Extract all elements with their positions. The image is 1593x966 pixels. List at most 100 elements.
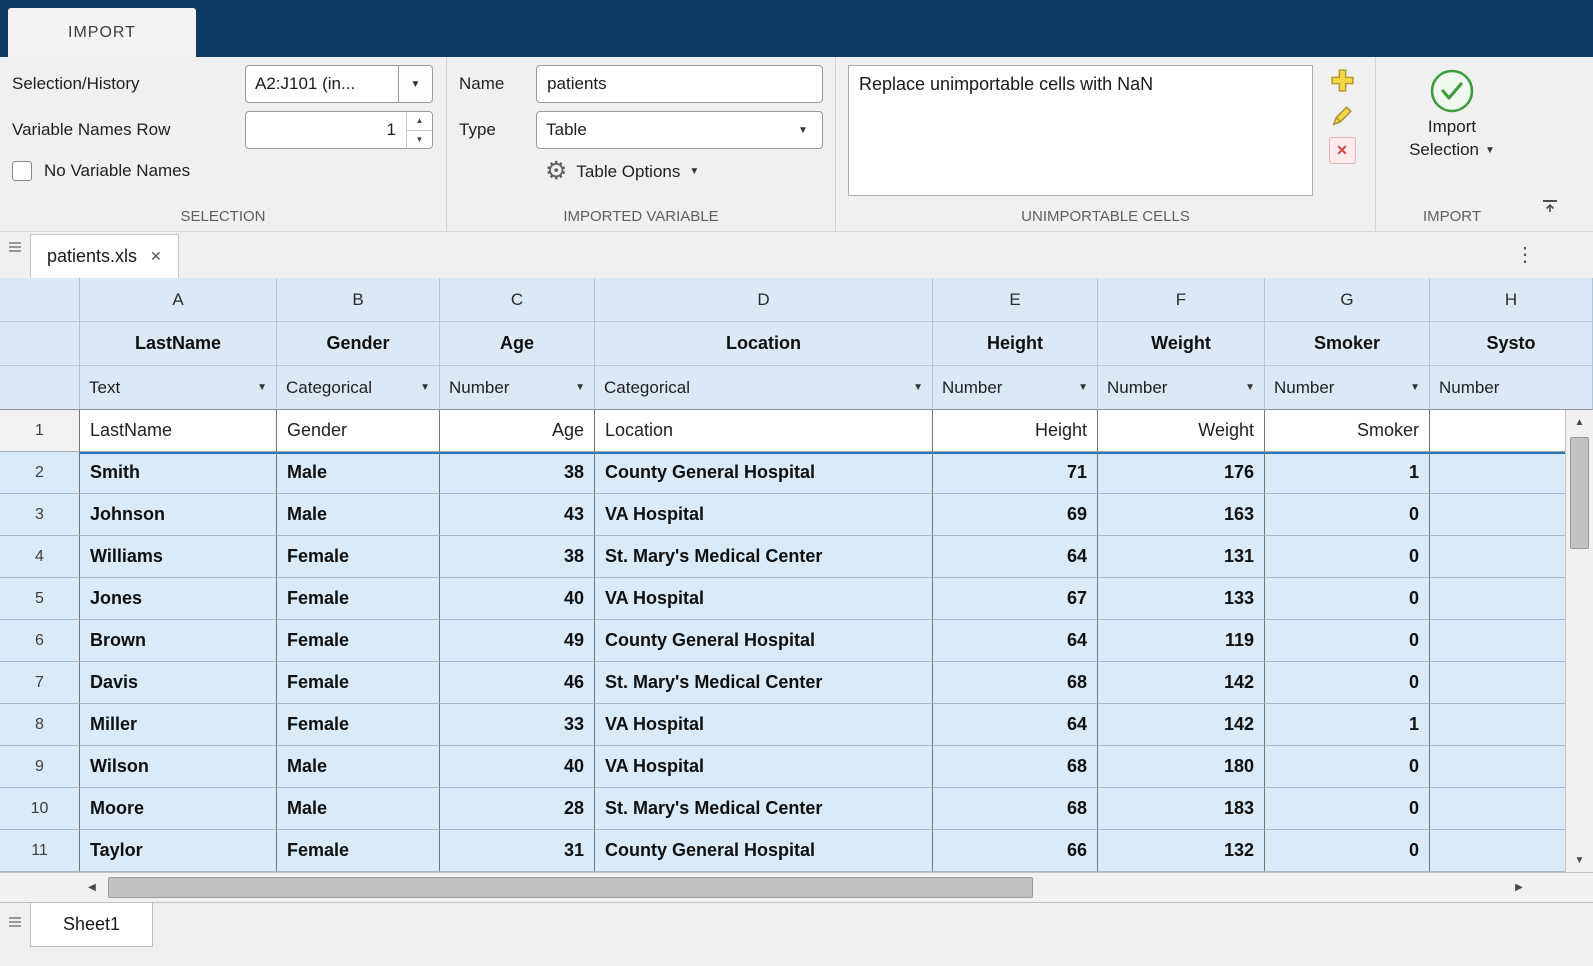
row-number[interactable]: 10 [0, 788, 80, 830]
grid-cell[interactable]: 33 [440, 704, 595, 746]
grid-cell[interactable]: St. Mary's Medical Center [595, 536, 933, 578]
grid-cell[interactable]: Female [277, 662, 440, 704]
grid-cell[interactable]: 68 [933, 662, 1098, 704]
grid-cell[interactable]: County General Hospital [595, 620, 933, 662]
variable-name-B[interactable]: Gender [277, 322, 440, 366]
grid-cell[interactable]: 1 [1265, 704, 1430, 746]
grid-cell[interactable]: 68 [933, 788, 1098, 830]
variable-name-F[interactable]: Weight [1098, 322, 1265, 366]
scroll-down-icon[interactable]: ▼ [1566, 848, 1593, 872]
grid-cell[interactable]: 0 [1265, 830, 1430, 872]
variable-name-H[interactable]: Systo [1430, 322, 1593, 366]
grid-cell[interactable]: 66 [933, 830, 1098, 872]
variable-name-input[interactable]: patients [536, 65, 823, 103]
chevron-down-icon[interactable]: ▼ [575, 382, 585, 393]
type-dropdown-G[interactable]: Number▼ [1265, 366, 1430, 410]
grid-cell[interactable]: 64 [933, 704, 1098, 746]
grid-cell[interactable]: 40 [440, 746, 595, 788]
grid-cell[interactable]: Female [277, 536, 440, 578]
close-icon[interactable]: ✕ [150, 248, 162, 265]
variable-name-A[interactable]: LastName [80, 322, 277, 366]
column-letter-D[interactable]: D [595, 278, 933, 322]
grid-cell[interactable]: Male [277, 788, 440, 830]
grid-cell[interactable]: Moore [80, 788, 277, 830]
type-dropdown-H[interactable]: Number [1430, 366, 1593, 410]
grid-cell[interactable]: St. Mary's Medical Center [595, 788, 933, 830]
grid-cell[interactable]: 38 [440, 452, 595, 494]
scroll-up-icon[interactable]: ▲ [1566, 410, 1593, 434]
row-number[interactable]: 1 [0, 410, 80, 452]
grid-cell[interactable]: 38 [440, 536, 595, 578]
chevron-down-icon[interactable]: ▼ [913, 382, 923, 393]
grid-cell[interactable]: 69 [933, 494, 1098, 536]
grid-cell[interactable]: VA Hospital [595, 746, 933, 788]
spinner-up-icon[interactable]: ▲ [407, 112, 432, 131]
grid-cell[interactable]: Brown [80, 620, 277, 662]
grid-cell[interactable]: 68 [933, 746, 1098, 788]
grid-cell[interactable]: 71 [933, 452, 1098, 494]
variable-name-E[interactable]: Height [933, 322, 1098, 366]
delete-rule-button[interactable]: ✕ [1329, 137, 1356, 164]
grid-cell[interactable]: Jones [80, 578, 277, 620]
grid-cell[interactable]: Male [277, 452, 440, 494]
variable-name-D[interactable]: Location [595, 322, 933, 366]
grid-cell[interactable]: 142 [1098, 704, 1265, 746]
tab-patients-xls[interactable]: patients.xls ✕ [30, 234, 179, 278]
type-dropdown-A[interactable]: Text▼ [80, 366, 277, 410]
scroll-left-icon[interactable]: ◀ [80, 873, 104, 902]
chevron-down-icon[interactable]: ▼ [784, 112, 822, 148]
grid-cell[interactable]: 0 [1265, 788, 1430, 830]
grid-cell[interactable]: Male [277, 494, 440, 536]
row-number[interactable]: 3 [0, 494, 80, 536]
grid-cell[interactable]: Taylor [80, 830, 277, 872]
column-letter-C[interactable]: C [440, 278, 595, 322]
grid-cell[interactable]: 64 [933, 536, 1098, 578]
grid-cell[interactable]: 43 [440, 494, 595, 536]
grid-cell[interactable]: 133 [1098, 578, 1265, 620]
grid-cell[interactable]: 28 [440, 788, 595, 830]
unimportable-rules-box[interactable]: Replace unimportable cells with NaN [848, 65, 1313, 196]
import-selection-button[interactable]: Import Selection ▼ [1376, 65, 1528, 206]
grid-cell[interactable]: Location [595, 410, 933, 452]
grid-cell[interactable]: 31 [440, 830, 595, 872]
column-letter-E[interactable]: E [933, 278, 1098, 322]
selection-history-dropdown[interactable]: A2:J101 (in... ▼ [245, 65, 433, 103]
grid-cell[interactable]: 180 [1098, 746, 1265, 788]
chevron-down-icon[interactable]: ▼ [1410, 382, 1420, 393]
row-number[interactable]: 8 [0, 704, 80, 746]
column-letter-F[interactable]: F [1098, 278, 1265, 322]
grid-cell[interactable]: Davis [80, 662, 277, 704]
grid-cell[interactable]: Female [277, 620, 440, 662]
grid-cell[interactable]: 1 [1265, 452, 1430, 494]
grid-cell[interactable]: 142 [1098, 662, 1265, 704]
column-letter-A[interactable]: A [80, 278, 277, 322]
grid-cell[interactable]: St. Mary's Medical Center [595, 662, 933, 704]
horizontal-scrollbar-thumb[interactable] [108, 877, 1033, 898]
row-number[interactable]: 2 [0, 452, 80, 494]
kebab-menu-icon[interactable]: ⋮ [1515, 242, 1535, 267]
type-dropdown-E[interactable]: Number▼ [933, 366, 1098, 410]
grid-cell[interactable]: Female [277, 578, 440, 620]
vertical-scrollbar[interactable]: ▲ ▼ [1565, 410, 1593, 872]
row-number[interactable]: 9 [0, 746, 80, 788]
chevron-down-icon[interactable]: ▼ [398, 66, 432, 102]
variable-name-G[interactable]: Smoker [1265, 322, 1430, 366]
drag-handle-icon[interactable] [9, 242, 21, 252]
grid-cell[interactable]: VA Hospital [595, 494, 933, 536]
grid-cell[interactable]: 46 [440, 662, 595, 704]
row-number[interactable]: 7 [0, 662, 80, 704]
spinner-down-icon[interactable]: ▼ [407, 131, 432, 149]
add-rule-button[interactable] [1329, 67, 1356, 94]
grid-cell[interactable]: Smith [80, 452, 277, 494]
type-dropdown[interactable]: Table ▼ [536, 111, 823, 149]
variable-names-row-spinner[interactable]: 1 ▲ ▼ [245, 111, 433, 149]
drag-handle-icon[interactable] [9, 917, 21, 927]
vertical-scrollbar-thumb[interactable] [1570, 437, 1589, 549]
grid-cell[interactable]: 64 [933, 620, 1098, 662]
row-number[interactable]: 11 [0, 830, 80, 872]
chevron-down-icon[interactable]: ▼ [1078, 382, 1088, 393]
grid-cell[interactable]: 0 [1265, 578, 1430, 620]
grid-cell[interactable]: 131 [1098, 536, 1265, 578]
grid-cell[interactable]: 0 [1265, 536, 1430, 578]
column-letter-H[interactable]: H [1430, 278, 1593, 322]
